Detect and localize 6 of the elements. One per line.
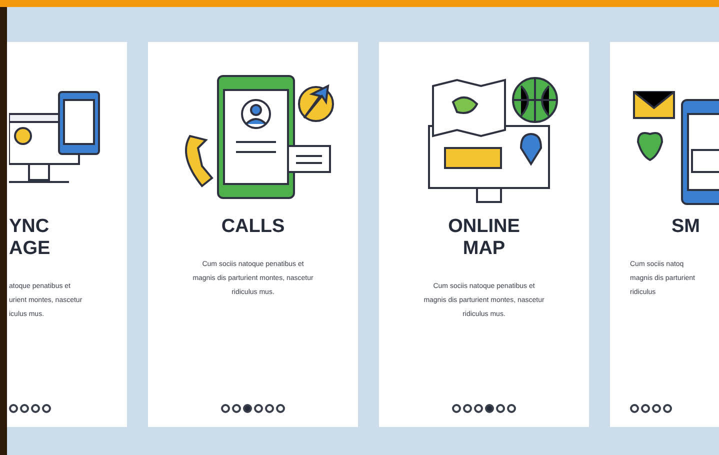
card-title: ONLINE [448, 216, 520, 238]
card-title: CALLS [221, 216, 285, 238]
card-title: MAP [462, 238, 506, 260]
card-title: YNC [9, 216, 50, 238]
card-title: SM [672, 216, 700, 238]
card-title: AGE [9, 238, 50, 260]
